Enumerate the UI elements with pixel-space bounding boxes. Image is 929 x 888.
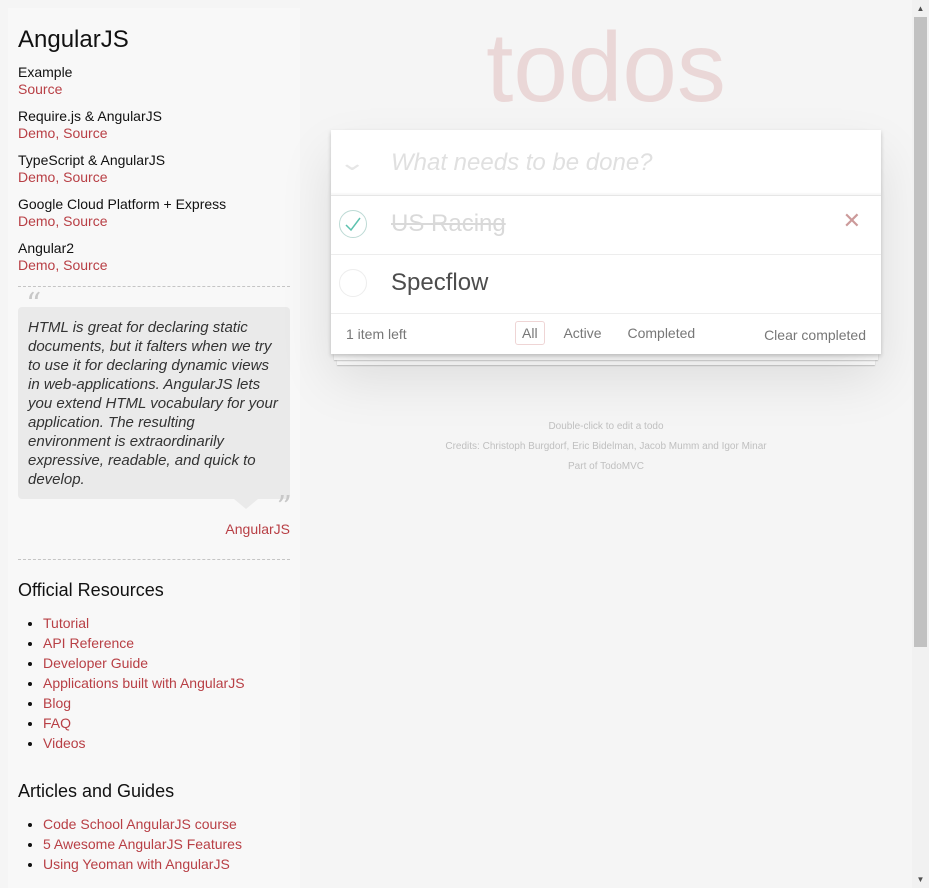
check-icon bbox=[345, 217, 361, 232]
stack-shadow bbox=[334, 354, 878, 360]
divider bbox=[18, 559, 290, 560]
articles-title: Articles and Guides bbox=[18, 781, 175, 801]
toggle-all-chevron-icon[interactable]: ⌄ bbox=[338, 150, 366, 176]
credits: Credits: Christoph Burgdorf, Eric Bidelm… bbox=[445, 441, 767, 452]
scroll-thumb[interactable] bbox=[914, 17, 927, 647]
example-item: Google Cloud Platform + Express Demo, So… bbox=[18, 196, 290, 230]
code-school-link[interactable]: Code School AngularJS course bbox=[43, 816, 237, 832]
tutorial-link[interactable]: Tutorial bbox=[43, 615, 89, 631]
demo-link[interactable]: Demo bbox=[18, 213, 55, 229]
new-todo-input[interactable]: What needs to be done? bbox=[391, 149, 653, 177]
list-item: API Reference bbox=[43, 633, 290, 653]
list-item: Developer Guide bbox=[43, 653, 290, 673]
filter-active[interactable]: Active bbox=[556, 321, 608, 345]
filter-all[interactable]: All bbox=[515, 321, 545, 345]
quote-box: “ HTML is great for declaring static doc… bbox=[18, 290, 292, 523]
articles-list: Code School AngularJS course 5 Awesome A… bbox=[18, 814, 290, 874]
main-content: todos ⌄ What needs to be done? US Racing… bbox=[300, 0, 912, 888]
demo-link[interactable]: Demo bbox=[18, 257, 55, 273]
official-resources-list: Tutorial API Reference Developer Guide A… bbox=[18, 613, 290, 753]
example-name: Angular2 bbox=[18, 240, 75, 256]
todo-footer: 1 item left All Active Completed Clear c… bbox=[331, 314, 881, 354]
yeoman-link[interactable]: Using Yeoman with AngularJS bbox=[43, 856, 230, 872]
todo-label[interactable]: US Racing bbox=[391, 210, 506, 238]
applications-link[interactable]: Applications built with AngularJS bbox=[43, 675, 245, 691]
list-item: Tutorial bbox=[43, 613, 290, 633]
sidebar-title: AngularJS bbox=[18, 26, 129, 53]
example-item: Angular2 Demo, Source bbox=[18, 240, 290, 274]
todo-toggle-checkbox[interactable] bbox=[339, 269, 367, 297]
source-link[interactable]: Source bbox=[63, 257, 107, 273]
open-quote-icon: “ bbox=[26, 287, 42, 322]
delete-x-icon[interactable]: ✕ bbox=[843, 208, 861, 234]
todo-item[interactable]: Specflow bbox=[331, 255, 881, 314]
todo-label[interactable]: Specflow bbox=[391, 269, 488, 297]
app-title: todos bbox=[486, 12, 726, 122]
filter-completed[interactable]: Completed bbox=[620, 321, 702, 345]
items-left-count: 1 item left bbox=[346, 326, 407, 342]
example-item: Example Source bbox=[18, 64, 290, 98]
info-footer: Double-click to edit a todo Credits: Chr… bbox=[300, 417, 912, 477]
videos-link[interactable]: Videos bbox=[43, 735, 86, 751]
part-of: Part of TodoMVC bbox=[568, 461, 644, 472]
blog-link[interactable]: Blog bbox=[43, 695, 71, 711]
example-name: Google Cloud Platform + Express bbox=[18, 196, 227, 212]
list-item: Code School AngularJS course bbox=[43, 814, 290, 834]
source-link[interactable]: Source bbox=[18, 81, 62, 97]
quote-text: HTML is great for declaring static docum… bbox=[28, 319, 278, 488]
clear-completed-button[interactable]: Clear completed bbox=[764, 327, 866, 343]
faq-link[interactable]: FAQ bbox=[43, 715, 71, 731]
vertical-scrollbar[interactable]: ▲ ▼ bbox=[912, 0, 929, 888]
source-link[interactable]: Source bbox=[63, 169, 107, 185]
quote-arrow bbox=[234, 499, 258, 509]
close-quote-icon: ” bbox=[276, 490, 292, 525]
sidebar: AngularJS Example Source Require.js & An… bbox=[8, 8, 300, 888]
list-item: 5 Awesome AngularJS Features bbox=[43, 834, 290, 854]
api-reference-link[interactable]: API Reference bbox=[43, 635, 134, 651]
todo-app: ⌄ What needs to be done? US Racing ✕ Spe… bbox=[331, 130, 881, 365]
todo-item[interactable]: US Racing ✕ bbox=[331, 196, 881, 255]
demo-link[interactable]: Demo bbox=[18, 169, 55, 185]
developer-guide-link[interactable]: Developer Guide bbox=[43, 655, 148, 671]
scroll-down-arrow-icon[interactable]: ▼ bbox=[912, 871, 929, 888]
edit-hint: Double-click to edit a todo bbox=[548, 421, 664, 432]
divider bbox=[18, 286, 290, 287]
source-link[interactable]: Source bbox=[63, 213, 107, 229]
example-name: TypeScript & AngularJS bbox=[18, 152, 166, 168]
awesome-features-link[interactable]: 5 Awesome AngularJS Features bbox=[43, 836, 242, 852]
scroll-up-arrow-icon[interactable]: ▲ bbox=[912, 0, 929, 17]
stack-shadow bbox=[337, 360, 875, 365]
example-name: Example bbox=[18, 64, 73, 80]
list-item: Applications built with AngularJS bbox=[43, 673, 290, 693]
new-todo-row: ⌄ What needs to be done? bbox=[331, 130, 881, 196]
filter-tabs: All Active Completed bbox=[511, 321, 706, 345]
official-resources-title: Official Resources bbox=[18, 580, 164, 600]
list-item: Using Yeoman with AngularJS bbox=[43, 854, 290, 874]
list-item: FAQ bbox=[43, 713, 290, 733]
example-item: Require.js & AngularJS Demo, Source bbox=[18, 108, 290, 142]
example-item: TypeScript & AngularJS Demo, Source bbox=[18, 152, 290, 186]
list-item: Videos bbox=[43, 733, 290, 753]
example-name: Require.js & AngularJS bbox=[18, 108, 162, 124]
demo-link[interactable]: Demo bbox=[18, 125, 55, 141]
source-link[interactable]: Source bbox=[63, 125, 107, 141]
todo-toggle-checkbox[interactable] bbox=[339, 210, 367, 238]
list-item: Blog bbox=[43, 693, 290, 713]
